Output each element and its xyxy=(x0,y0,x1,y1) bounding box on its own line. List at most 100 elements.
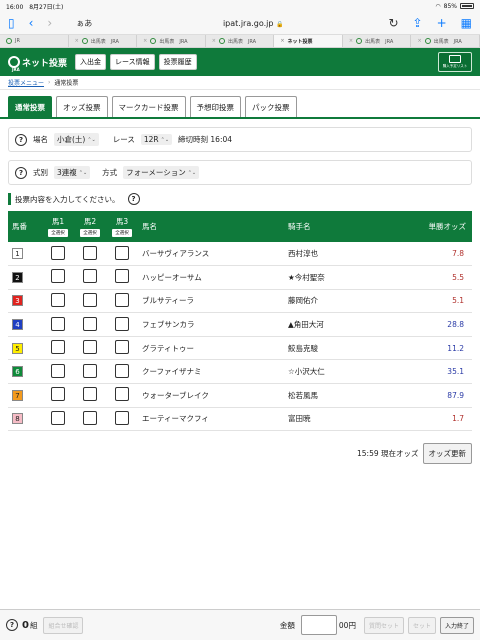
finish-input-button[interactable]: 入力終了 xyxy=(439,616,474,634)
horse-name: ウォーターブレイク xyxy=(142,390,209,400)
horse1-checkbox[interactable] xyxy=(51,410,65,425)
deposit-withdraw-button[interactable]: 入出金 xyxy=(75,54,107,70)
chevron-updown-icon: ⌃⌄ xyxy=(187,169,197,176)
horse1-cell xyxy=(42,336,74,360)
set-button[interactable]: セット xyxy=(407,616,436,634)
new-tab-icon[interactable]: + xyxy=(437,17,447,29)
select-all-h2-button[interactable]: 全選択 xyxy=(80,229,100,237)
browser-tab-active[interactable]: × ネット投票 xyxy=(274,35,343,47)
table-row: 2 ハッピーオーサム ★今村聖奈 5.5 xyxy=(8,266,472,290)
clear-set-button[interactable]: 質問セット xyxy=(363,616,404,634)
browser-tab[interactable]: × 出馬表 JRA xyxy=(411,35,480,47)
browser-tab[interactable]: × 出馬表 JRA xyxy=(343,35,412,47)
horse3-checkbox[interactable] xyxy=(115,410,129,425)
amount-input[interactable] xyxy=(300,615,337,635)
win-odds: 11.2 xyxy=(447,343,464,353)
horse2-checkbox[interactable] xyxy=(83,292,97,307)
share-icon[interactable]: ⇪ xyxy=(413,17,423,29)
jra-tab-icon xyxy=(424,38,431,44)
help-icon[interactable]: ? xyxy=(15,166,27,179)
combination-confirm-button[interactable]: 組合せ確認 xyxy=(43,616,84,634)
win-odds: 5.5 xyxy=(452,272,464,282)
col-win-odds: 単勝オッズ xyxy=(428,222,467,231)
tab-markcard-bet[interactable]: マークカード投票 xyxy=(111,96,186,117)
bet-history-button[interactable]: 投票履歴 xyxy=(158,54,197,70)
close-icon[interactable]: × xyxy=(349,38,353,44)
help-icon[interactable]: ? xyxy=(127,193,140,205)
jra-tab-icon xyxy=(6,38,12,44)
close-icon[interactable]: × xyxy=(417,38,421,44)
horse3-checkbox[interactable] xyxy=(115,363,129,378)
instruction-row: 投票内容を入力してください。 ? xyxy=(8,193,472,205)
horse2-checkbox[interactable] xyxy=(83,340,97,355)
horse1-checkbox[interactable] xyxy=(51,245,65,260)
browser-tab[interactable]: × 出馬表 JRA xyxy=(137,35,206,47)
horse1-checkbox[interactable] xyxy=(51,292,65,307)
chevron-updown-icon: ⌃⌄ xyxy=(87,136,96,143)
horse1-checkbox[interactable] xyxy=(51,387,65,402)
list-icon xyxy=(449,55,461,63)
sidebar-icon[interactable]: ▯ xyxy=(8,17,15,29)
race-info-button[interactable]: レース情報 xyxy=(110,54,155,70)
horse-name: フェブサンカラ xyxy=(142,320,195,330)
venue-select[interactable]: 小倉(土) ⌃⌄ xyxy=(54,133,99,146)
horse3-checkbox[interactable] xyxy=(115,340,129,355)
tab-odds-bet[interactable]: オッズ投票 xyxy=(56,96,108,117)
help-icon[interactable]: ? xyxy=(6,619,18,631)
table-row: 5 グラティトゥー 鮫島克駿 11.2 xyxy=(8,336,472,360)
address-bar[interactable]: ipat.jra.go.jp 🔒 xyxy=(118,19,388,28)
breadcrumb-menu-link[interactable]: 投票メニュー xyxy=(8,78,44,87)
method-label: 方式 xyxy=(102,168,118,177)
purchase-list-button[interactable]: 購入予定リスト xyxy=(438,52,472,72)
horse2-checkbox[interactable] xyxy=(83,387,97,402)
browser-tab[interactable]: JR xyxy=(0,35,69,47)
close-icon[interactable]: × xyxy=(280,38,284,44)
horse-number-badge: 7 xyxy=(12,389,23,401)
horse1-checkbox[interactable] xyxy=(51,269,65,284)
horse1-checkbox[interactable] xyxy=(51,363,65,378)
select-all-h3-button[interactable]: 全選択 xyxy=(112,229,132,237)
close-icon[interactable]: × xyxy=(75,38,79,44)
tab-overview-icon[interactable]: ▦ xyxy=(461,17,472,29)
odds-update-button[interactable]: オッズ更新 xyxy=(422,443,472,465)
horse2-cell xyxy=(74,336,106,360)
bet-type-select[interactable]: 3連複 ⌃⌄ xyxy=(54,166,91,179)
help-icon[interactable]: ? xyxy=(15,133,27,146)
horse1-checkbox[interactable] xyxy=(51,316,65,331)
chevron-updown-icon: ⌃⌄ xyxy=(78,169,88,176)
tab-normal-bet[interactable]: 通常投票 xyxy=(8,96,52,117)
method-select[interactable]: フォーメーション ⌃⌄ xyxy=(123,166,200,179)
table-row: 3 ブルサティーラ 藤岡佑介 5.1 xyxy=(8,289,472,313)
reload-icon[interactable]: ↻ xyxy=(388,17,398,29)
browser-tab[interactable]: × 出馬表 JRA xyxy=(206,35,275,47)
horse2-checkbox[interactable] xyxy=(83,269,97,284)
forward-icon[interactable]: › xyxy=(47,17,52,29)
close-icon[interactable]: × xyxy=(143,38,147,44)
horse3-checkbox[interactable] xyxy=(115,387,129,402)
horse2-checkbox[interactable] xyxy=(83,245,97,260)
horse-number-cell: 5 xyxy=(8,336,42,360)
horse2-checkbox[interactable] xyxy=(83,316,97,331)
horse2-checkbox[interactable] xyxy=(83,410,97,425)
tab-prediction-bet[interactable]: 予想印投票 xyxy=(189,96,241,117)
site-logo[interactable]: ネット投票 JRA xyxy=(8,56,67,72)
browser-tab[interactable]: × 出馬表 JRA xyxy=(69,35,138,47)
horse-number-cell: 7 xyxy=(8,384,42,408)
back-icon[interactable]: ‹ xyxy=(29,17,34,29)
horse1-checkbox[interactable] xyxy=(51,340,65,355)
horse-name: エーティーマクフィ xyxy=(142,414,209,424)
horse2-checkbox[interactable] xyxy=(83,363,97,378)
browser-tabs: JR × 出馬表 JRA × 出馬表 JRA × 出馬表 JRA × ネット投票 × 出馬… xyxy=(0,34,480,48)
horse3-checkbox[interactable] xyxy=(115,245,129,260)
race-number-select[interactable]: 12R ⌃⌄ xyxy=(140,134,173,145)
breadcrumb-current: 通常投票 xyxy=(54,80,79,87)
tab-pack-bet[interactable]: パック投票 xyxy=(245,96,297,117)
horse3-checkbox[interactable] xyxy=(115,269,129,284)
close-icon[interactable]: × xyxy=(212,38,216,44)
select-all-h1-button[interactable]: 全選択 xyxy=(48,229,68,237)
horse3-checkbox[interactable] xyxy=(115,292,129,307)
amount-label: 金額 xyxy=(279,620,295,630)
reader-settings-button[interactable]: ぁあ xyxy=(76,18,92,29)
horse3-checkbox[interactable] xyxy=(115,316,129,331)
table-row: 6 クーファイザナミ ☆小沢大仁 35.1 xyxy=(8,360,472,384)
